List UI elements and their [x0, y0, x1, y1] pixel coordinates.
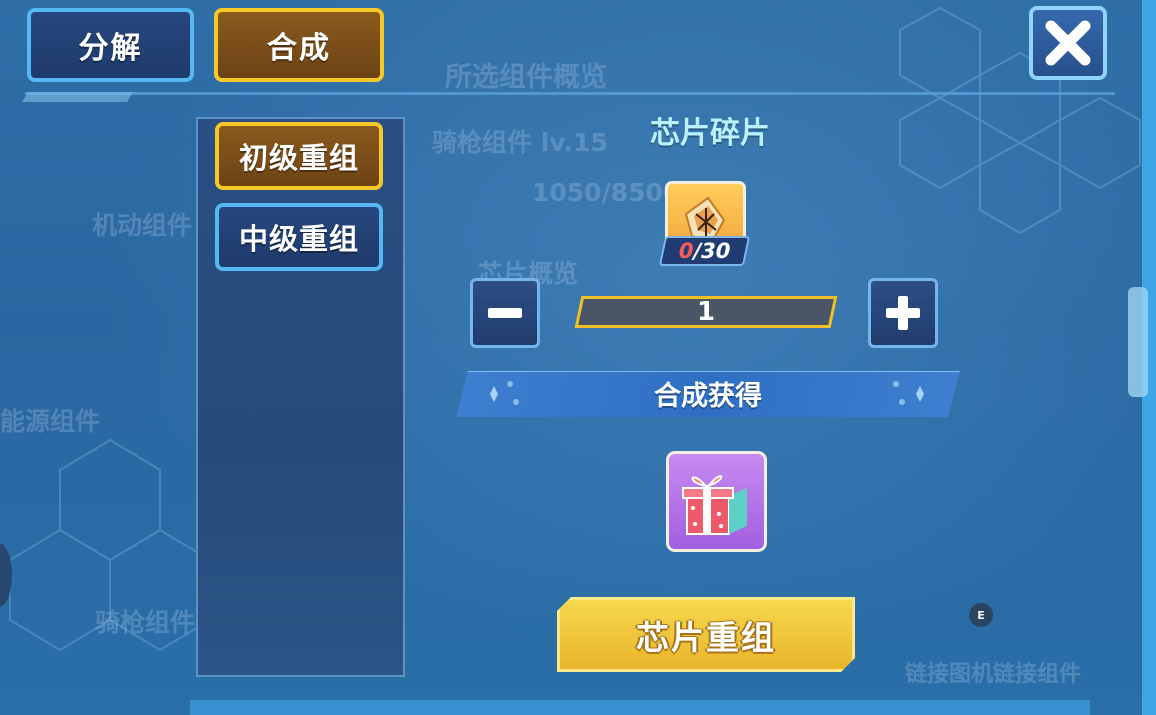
- increase-button[interactable]: [868, 278, 938, 348]
- tab-compose[interactable]: 合成: [214, 8, 384, 82]
- material-count: 0 /30: [658, 236, 751, 266]
- subtab-intermediate-recombine[interactable]: 中级重组: [215, 203, 383, 271]
- faded-progress-label: 1050/8500: [532, 178, 681, 207]
- key-hint-badge: E: [969, 603, 993, 627]
- faded-resource-label: 能源组件: [0, 407, 101, 436]
- decrease-button[interactable]: [470, 278, 540, 348]
- minus-icon: [488, 308, 522, 318]
- gift-box-icon: [682, 475, 747, 535]
- header-divider: [25, 92, 1115, 95]
- faded-bottom-right-label: 链接图机链接组件: [905, 662, 1082, 687]
- recipe-category-panel: [196, 117, 405, 677]
- quantity-field[interactable]: 1: [574, 296, 838, 328]
- faded-component-label: 骑枪组件 lv.15: [432, 128, 608, 157]
- reward-slot[interactable]: [666, 451, 767, 552]
- faded-lance-label: 骑枪组件: [95, 608, 196, 637]
- right-edge-handle: [1128, 287, 1148, 397]
- subtab-basic-recombine[interactable]: 初级重组: [215, 122, 383, 190]
- close-icon: [1045, 20, 1091, 66]
- tab-decompose[interactable]: 分解: [27, 8, 194, 82]
- faded-mobile-label: 机动组件: [92, 211, 193, 240]
- header-divider-accent: [22, 92, 133, 102]
- close-button[interactable]: [1029, 6, 1107, 80]
- required-count: /30: [690, 239, 733, 263]
- section-title: 芯片碎片: [650, 116, 770, 151]
- plus-icon: [886, 296, 920, 330]
- bottom-frame-bar: [190, 700, 1090, 715]
- chip-recombine-button[interactable]: 芯片重组: [557, 597, 855, 672]
- reward-banner-label: 合成获得: [654, 381, 762, 412]
- faded-overview-label: 所选组件概览: [445, 62, 607, 93]
- quantity-value: 1: [696, 297, 716, 327]
